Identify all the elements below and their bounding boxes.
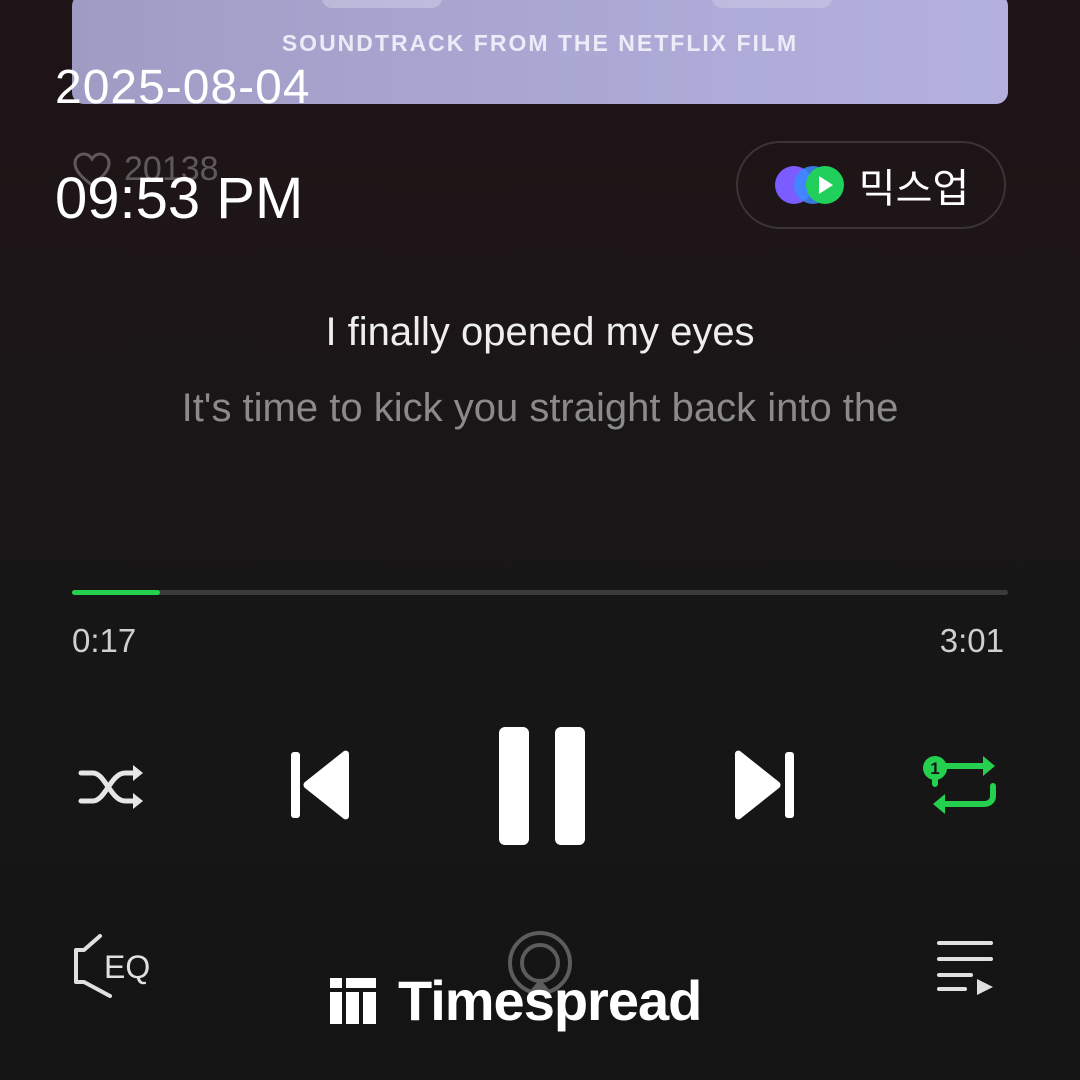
skip-next-icon — [735, 750, 794, 820]
pause-button[interactable] — [488, 720, 594, 850]
watermark-text: Timespread — [398, 969, 702, 1032]
album-art-subtitle: SOUNDTRACK FROM THE NETFLIX FILM — [281, 30, 799, 56]
shuffle-button[interactable] — [72, 750, 152, 824]
mixup-logo-icon — [774, 166, 844, 204]
next-button[interactable] — [726, 745, 806, 825]
svg-text:EQ: EQ — [104, 949, 150, 985]
album-art-decoration — [322, 0, 442, 8]
lyric-next-line[interactable]: It's time to kick you straight back into… — [0, 386, 1080, 431]
mixup-label: 믹스업 — [858, 167, 970, 211]
timespread-logo-icon — [330, 977, 376, 1024]
pause-icon — [499, 727, 585, 845]
shuffle-icon — [78, 765, 143, 809]
progress-bar[interactable] — [72, 590, 1008, 595]
playlist-icon — [937, 941, 993, 995]
equalizer-icon: EQ — [74, 934, 150, 998]
overlay-time: 09:53 PM — [55, 166, 304, 231]
timespread-watermark: Timespread — [328, 968, 702, 1033]
album-art-decoration — [712, 0, 832, 8]
overlay-date: 2025-08-04 — [55, 61, 311, 114]
progress-fill — [72, 590, 160, 595]
playlist-button[interactable] — [930, 934, 1000, 1000]
equalizer-button[interactable]: EQ — [70, 930, 162, 1002]
svg-text:1: 1 — [930, 759, 939, 778]
repeat-one-icon: 1 — [923, 756, 996, 814]
repeat-one-button[interactable]: 1 — [918, 748, 1008, 822]
lyric-current-line[interactable]: I finally opened my eyes — [0, 310, 1080, 355]
elapsed-time: 0:17 — [72, 622, 137, 659]
skip-previous-icon — [291, 750, 349, 820]
previous-button[interactable] — [278, 745, 358, 825]
mixup-button[interactable]: 믹스업 — [736, 141, 1006, 229]
total-time: 3:01 — [939, 622, 1004, 659]
